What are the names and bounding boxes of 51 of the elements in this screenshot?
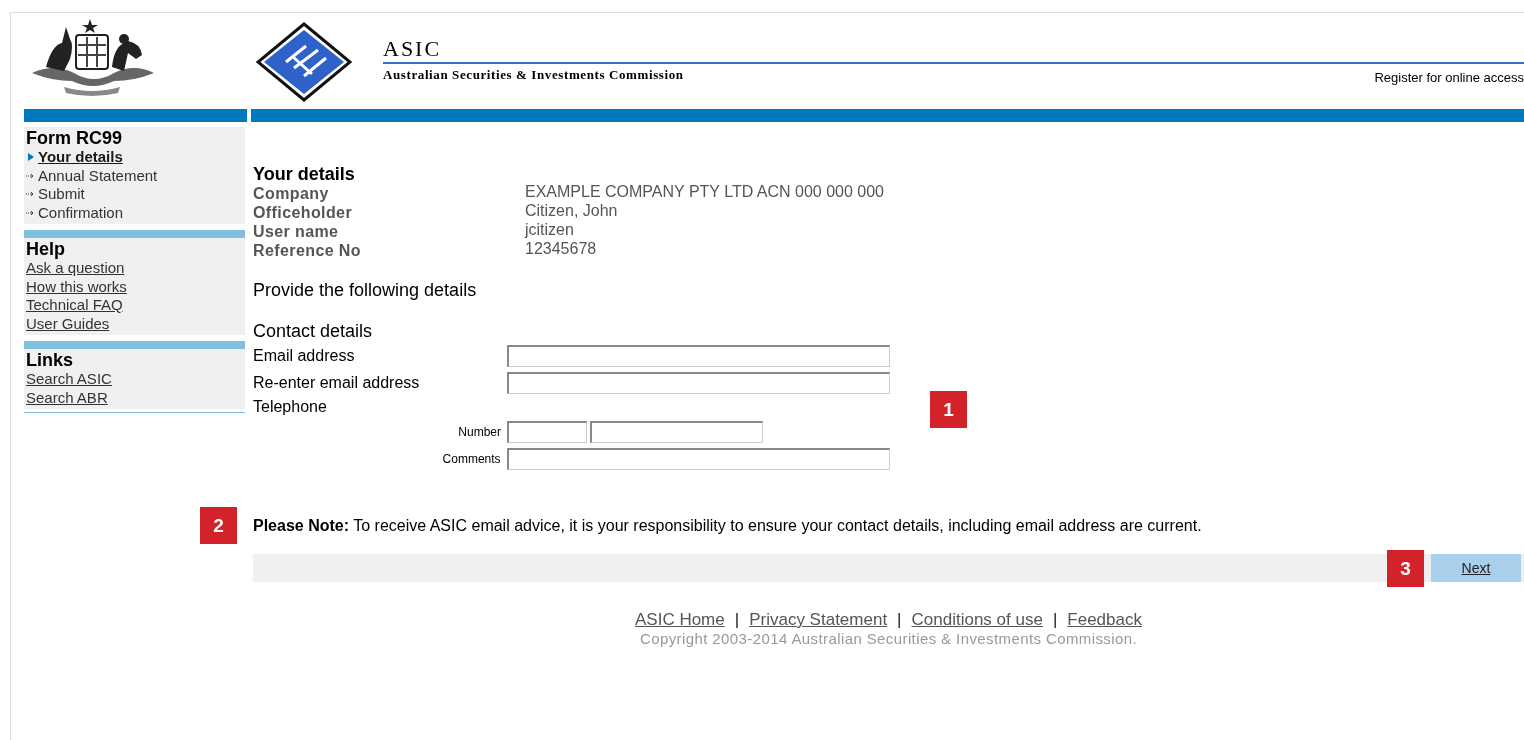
- field-label: Number: [457, 424, 502, 439]
- diamond-logo-icon: [256, 22, 352, 102]
- note-text: Please Note: To receive ASIC email advice, it is your responsibility to ensure your contact details, including email address are current.: [253, 517, 1203, 535]
- input-field[interactable]: [506, 371, 890, 394]
- sidebar-link[interactable]: Search ASIC: [26, 370, 112, 389]
- step-link[interactable]: Your details: [38, 148, 123, 167]
- field-label: Comments: [441, 451, 502, 466]
- footer-link[interactable]: ASIC Home: [635, 610, 725, 630]
- next-button[interactable]: Next: [1431, 554, 1521, 582]
- detail-label: Company: [253, 184, 330, 203]
- instruction-text: Provide the following details: [253, 280, 478, 300]
- detail-label: Reference No: [253, 241, 362, 260]
- callout-marker: 2: [200, 507, 237, 544]
- sidebar-link[interactable]: Ask a question: [26, 259, 125, 278]
- section-heading: Your details: [253, 164, 356, 184]
- callout-marker: 3: [1387, 550, 1424, 587]
- step-link[interactable]: Annual Statement: [38, 166, 158, 185]
- sidebar-heading: Links: [26, 350, 74, 370]
- detail-value: jcitizen: [525, 220, 575, 240]
- detail-value: 12345678: [525, 239, 598, 259]
- register-link[interactable]: Register for online access: [1374, 70, 1524, 85]
- site-subtitle: Australian Securities & Investments Commission: [383, 67, 684, 83]
- phone-number-field[interactable]: [590, 420, 763, 443]
- field-label: Email address: [253, 346, 356, 365]
- step-link[interactable]: Confirmation: [38, 203, 124, 222]
- site-title: ASIC: [383, 37, 443, 61]
- copyright-text: Copyright 2003-2014 Australian Securities & Investments Commission.: [639, 630, 1138, 647]
- contact-heading: Contact details: [253, 320, 374, 342]
- detail-label: Officeholder: [253, 203, 354, 222]
- sidebar-link[interactable]: How this works: [26, 277, 127, 296]
- separator: |: [897, 610, 902, 630]
- separator: |: [1052, 610, 1058, 630]
- comments-field[interactable]: [506, 447, 890, 470]
- input-field[interactable]: [506, 344, 890, 367]
- sidebar-link[interactable]: Technical FAQ: [26, 296, 123, 315]
- detail-value: Citizen, John: [525, 201, 619, 221]
- area-code-field[interactable]: [507, 420, 587, 443]
- detail-label: User name: [253, 222, 340, 241]
- separator: |: [734, 610, 740, 630]
- step-link[interactable]: Submit: [38, 185, 85, 204]
- field-label: Telephone: [253, 398, 328, 416]
- footer-link[interactable]: Feedback: [1067, 610, 1142, 630]
- sidebar-heading: Help: [26, 239, 66, 259]
- sidebar-link[interactable]: User Guides: [26, 314, 110, 333]
- sidebar-link[interactable]: Search ABR: [26, 388, 108, 407]
- field-label: Re-enter email address: [253, 373, 421, 392]
- detail-value: EXAMPLE COMPANY PTY LTD ACN 000 000 000: [525, 182, 885, 202]
- footer-link[interactable]: Conditions of use: [911, 610, 1043, 630]
- callout-marker: 1: [930, 391, 967, 428]
- footer-link[interactable]: Privacy Statement: [749, 610, 888, 630]
- sidebar-heading: Form RC99: [26, 128, 124, 148]
